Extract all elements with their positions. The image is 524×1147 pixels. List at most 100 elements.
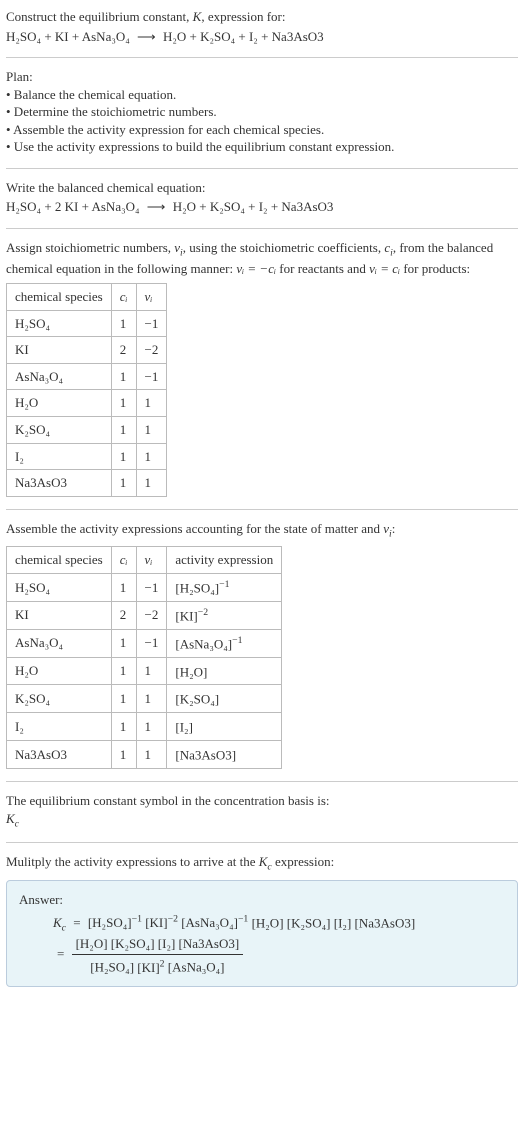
table-row: AsNa₃O₄1−1[AsNa₃O₄]−1	[7, 629, 282, 657]
activity-nu: νi	[383, 521, 392, 536]
equals-sign: =	[53, 946, 68, 961]
cell-species: KI	[7, 601, 112, 629]
balanced-heading: Write the balanced chemical equation:	[6, 179, 518, 197]
cell-activity: [I₂]	[167, 713, 282, 741]
kc-k: K	[6, 811, 15, 826]
plan-section: Plan: • Balance the chemical equation. •…	[6, 68, 518, 156]
stoich-text-mid4: for products:	[400, 261, 470, 276]
cell-vi: 1	[136, 390, 167, 417]
activity-section: Assemble the activity expressions accoun…	[6, 520, 518, 769]
activity-heading: Assemble the activity expressions accoun…	[6, 520, 518, 541]
term-base: [KI]	[145, 915, 167, 930]
cell-ci: 1	[111, 573, 136, 601]
cell-species: H₂O	[7, 657, 112, 685]
cell-species: K₂SO₄	[7, 416, 112, 443]
balanced-equation: H₂SO₄ + 2 KI + AsNa₃O₄ ⟶ H₂O + K₂SO₄ + I…	[6, 198, 518, 216]
table-row: H₂O11	[7, 390, 167, 417]
activity-base: [KI]	[175, 608, 197, 623]
term3: [AsNa₃O₄]−1	[181, 915, 248, 930]
multiply-kc: Kc	[259, 854, 272, 869]
activity-base: [AsNa₃O₄]	[175, 636, 232, 651]
table-row: KI2−2	[7, 337, 167, 364]
table-row: AsNa₃O₄1−1	[7, 363, 167, 390]
cell-ci: 2	[111, 337, 136, 364]
table-row: Na3AsO311[Na3AsO3]	[7, 741, 282, 769]
cell-species: K₂SO₄	[7, 685, 112, 713]
symbol-line: The equilibrium constant symbol in the c…	[6, 792, 518, 810]
equals-sign: =	[69, 915, 84, 930]
den-term1: [H₂SO₄]	[90, 960, 134, 975]
term-exp: −1	[132, 914, 142, 925]
th-vi: νᵢ	[136, 547, 167, 574]
cell-species: Na3AsO3	[7, 470, 112, 497]
plan-bullet-1: • Balance the chemical equation.	[6, 86, 518, 104]
table-row: I₂11	[7, 443, 167, 470]
intro-eq-rhs: H₂O + K₂SO₄ + I₂ + Na3AsO3	[163, 29, 324, 44]
cell-ci: 1	[111, 416, 136, 443]
cell-vi: 1	[136, 416, 167, 443]
cell-species: KI	[7, 337, 112, 364]
multiply-section: Mulitply the activity expressions to arr…	[6, 853, 518, 987]
stoich-text-mid3: for reactants and	[276, 261, 369, 276]
balanced-rhs: H₂O + K₂SO₄ + I₂ + Na3AsO3	[173, 199, 334, 214]
answer-product-line: Kc = [H₂SO₄]−1 [KI]−2 [AsNa₃O₄]−1 [H₂O] …	[19, 913, 505, 935]
answer-kc: Kc	[53, 915, 66, 930]
kc-k: K	[53, 915, 62, 930]
cell-vi: −2	[136, 601, 167, 629]
table-row: K₂SO₄11	[7, 416, 167, 443]
intro-eq-lhs: H₂SO₄ + KI + AsNa₃O₄	[6, 29, 130, 44]
th-vi: νᵢ	[136, 284, 167, 311]
term-base: [AsNa₃O₄]	[181, 915, 238, 930]
intro-section: Construct the equilibrium constant, K, e…	[6, 8, 518, 45]
table-row: I₂11[I₂]	[7, 713, 282, 741]
multiply-pre: Mulitply the activity expressions to arr…	[6, 854, 259, 869]
th-activity: activity expression	[167, 547, 282, 574]
activity-heading-pre: Assemble the activity expressions accoun…	[6, 521, 383, 536]
term4: [H₂O]	[252, 915, 284, 930]
divider	[6, 509, 518, 510]
cell-ci: 1	[111, 363, 136, 390]
cell-ci: 1	[111, 390, 136, 417]
stoich-text-mid1: , using the stoichiometric coefficients,	[183, 240, 385, 255]
activity-base: [I₂]	[175, 720, 193, 735]
table-row: K₂SO₄11[K₂SO₄]	[7, 685, 282, 713]
cell-ci: 1	[111, 470, 136, 497]
cell-activity: [H₂O]	[167, 657, 282, 685]
cell-activity: [KI]−2	[167, 601, 282, 629]
cell-species: AsNa₃O₄	[7, 629, 112, 657]
term6: [I₂]	[334, 915, 352, 930]
table-row: H₂SO₄1−1	[7, 310, 167, 337]
stoich-rel-prod: νᵢ = cᵢ	[369, 261, 400, 276]
activity-table: chemical species cᵢ νᵢ activity expressi…	[6, 546, 282, 769]
intro-line: Construct the equilibrium constant, K, e…	[6, 8, 518, 26]
cell-species: Na3AsO3	[7, 741, 112, 769]
th-ci: cᵢ	[111, 547, 136, 574]
table-row: KI2−2[KI]−2	[7, 601, 282, 629]
balanced-lhs: H₂SO₄ + 2 KI + AsNa₃O₄	[6, 199, 140, 214]
kc-c: c	[62, 923, 66, 934]
cell-species: H₂SO₄	[7, 573, 112, 601]
divider	[6, 842, 518, 843]
stoich-text-pre: Assign stoichiometric numbers,	[6, 240, 174, 255]
den-term3: [AsNa₃O₄]	[168, 960, 225, 975]
stoich-rel-react: νᵢ = −cᵢ	[236, 261, 276, 276]
activity-exp: −1	[219, 579, 229, 590]
cell-vi: −2	[136, 337, 167, 364]
cell-ci: 1	[111, 310, 136, 337]
activity-base: [H₂O]	[175, 664, 207, 679]
cell-vi: −1	[136, 363, 167, 390]
activity-base: [H₂SO₄]	[175, 580, 219, 595]
arrow-icon: ⟶	[133, 29, 160, 44]
cell-activity: [H₂SO₄]−1	[167, 573, 282, 601]
cell-vi: 1	[136, 713, 167, 741]
divider	[6, 228, 518, 229]
cell-activity: [K₂SO₄]	[167, 685, 282, 713]
term5: [K₂SO₄]	[287, 915, 331, 930]
answer-box: Answer: Kc = [H₂SO₄]−1 [KI]−2 [AsNa₃O₄]−…	[6, 880, 518, 987]
cell-ci: 1	[111, 713, 136, 741]
term-exp: −2	[168, 914, 178, 925]
cell-vi: −1	[136, 573, 167, 601]
activity-exp: −2	[198, 607, 208, 618]
stoich-text: Assign stoichiometric numbers, νi, using…	[6, 239, 518, 277]
term7: [Na3AsO3]	[355, 915, 416, 930]
